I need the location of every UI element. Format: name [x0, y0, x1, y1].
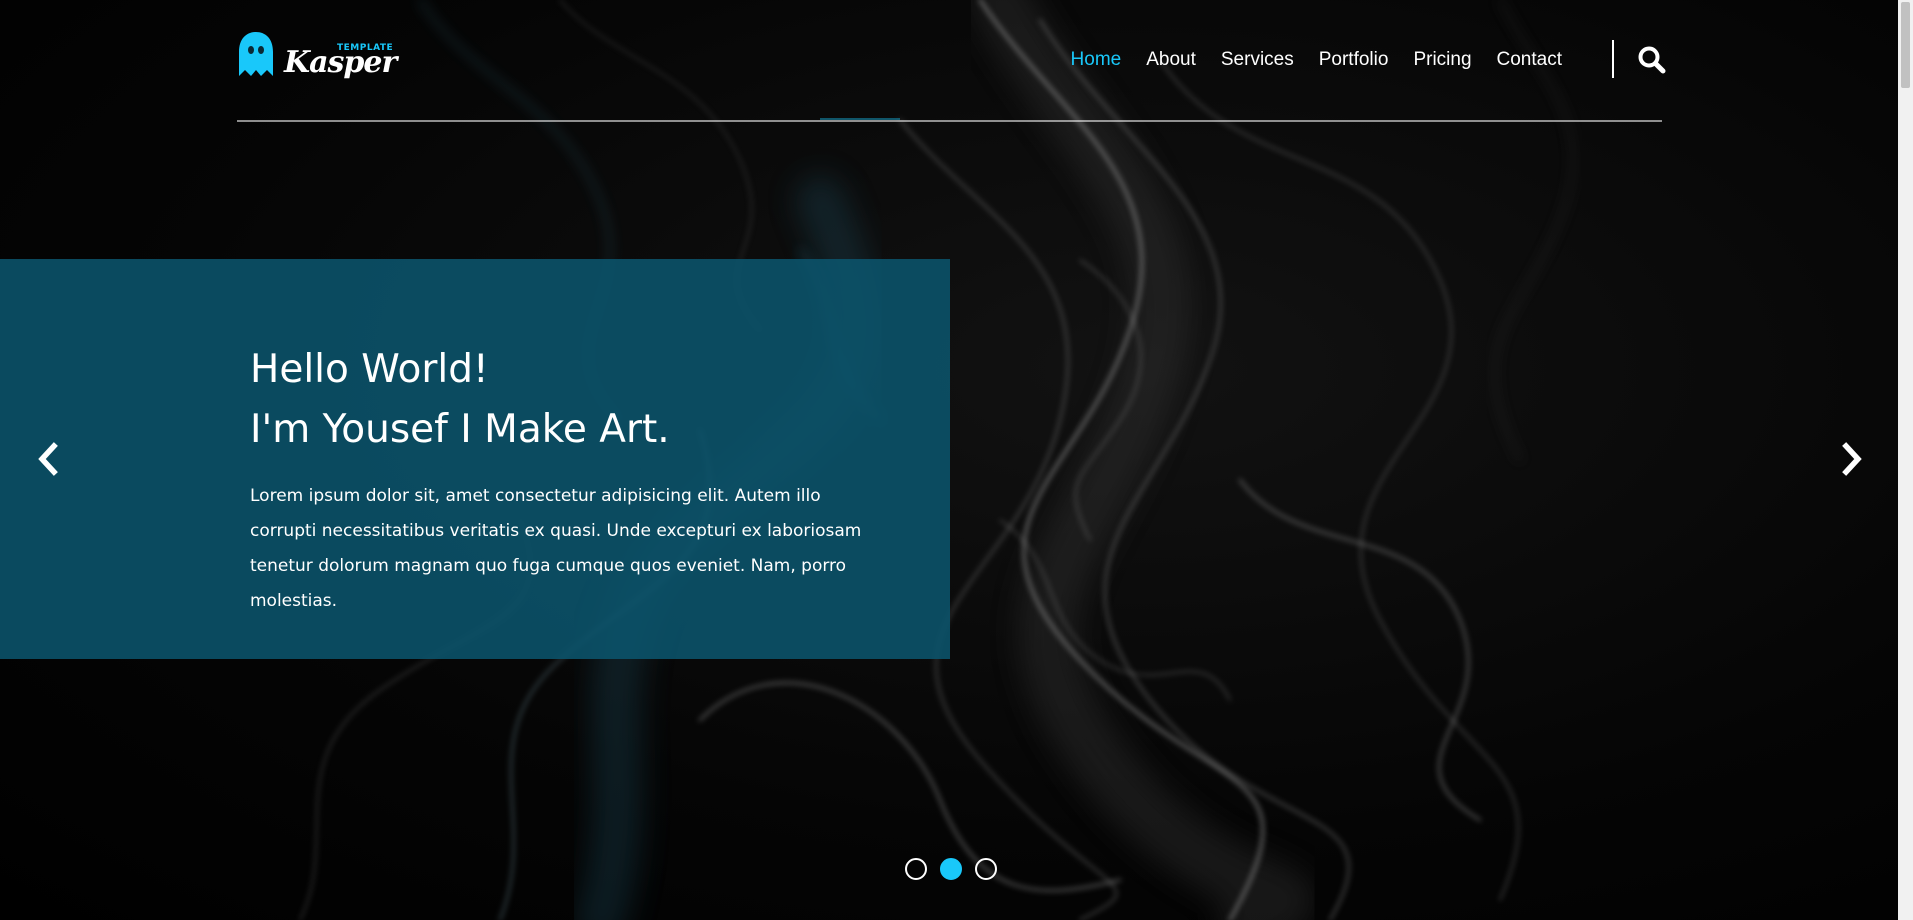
main-nav: Home About Services Portfolio Pricing Co…	[1046, 45, 1562, 75]
hero-line-2: I'm Yousef I Make Art.	[250, 407, 670, 452]
page: Hello World! I'm Yousef I Make Art. Lore…	[0, 0, 1913, 920]
nav-portfolio[interactable]: Portfolio	[1319, 49, 1389, 71]
hero-section: Hello World! I'm Yousef I Make Art. Lore…	[0, 0, 1898, 920]
page-scrollbar[interactable]	[1898, 0, 1913, 920]
slide-dot-1[interactable]	[905, 858, 927, 880]
slider-dots	[905, 858, 997, 880]
nav-services[interactable]: Services	[1221, 49, 1294, 71]
chevron-left-icon	[38, 442, 58, 476]
nav-active-indicator	[820, 118, 900, 120]
hero-headline: Hello World! I'm Yousef I Make Art.	[250, 340, 670, 460]
site-header: TEMPLATE Kasper Home About Services Port…	[237, 0, 1666, 122]
nav-pricing[interactable]: Pricing	[1413, 49, 1471, 71]
search-button[interactable]	[1637, 45, 1667, 75]
scrollbar-thumb[interactable]	[1901, 2, 1910, 88]
prev-slide-button[interactable]	[34, 442, 64, 476]
logo-wordmark: Kasper	[284, 45, 397, 80]
search-icon	[1638, 46, 1666, 74]
hero-lead-text: Lorem ipsum dolor sit, amet consectetur …	[250, 486, 862, 611]
hero-line-1: Hello World!	[250, 347, 489, 392]
nav-home[interactable]: Home	[1071, 49, 1122, 71]
nav-divider	[1612, 40, 1614, 78]
nav-contact[interactable]: Contact	[1497, 49, 1562, 71]
slide-dot-2[interactable]	[940, 858, 962, 880]
nav-about[interactable]: About	[1146, 49, 1196, 71]
chevron-right-icon	[1842, 442, 1862, 476]
ghost-icon	[239, 32, 273, 76]
slide-dot-3[interactable]	[975, 858, 997, 880]
next-slide-button[interactable]	[1836, 442, 1866, 476]
logo[interactable]: TEMPLATE Kasper	[237, 30, 397, 85]
